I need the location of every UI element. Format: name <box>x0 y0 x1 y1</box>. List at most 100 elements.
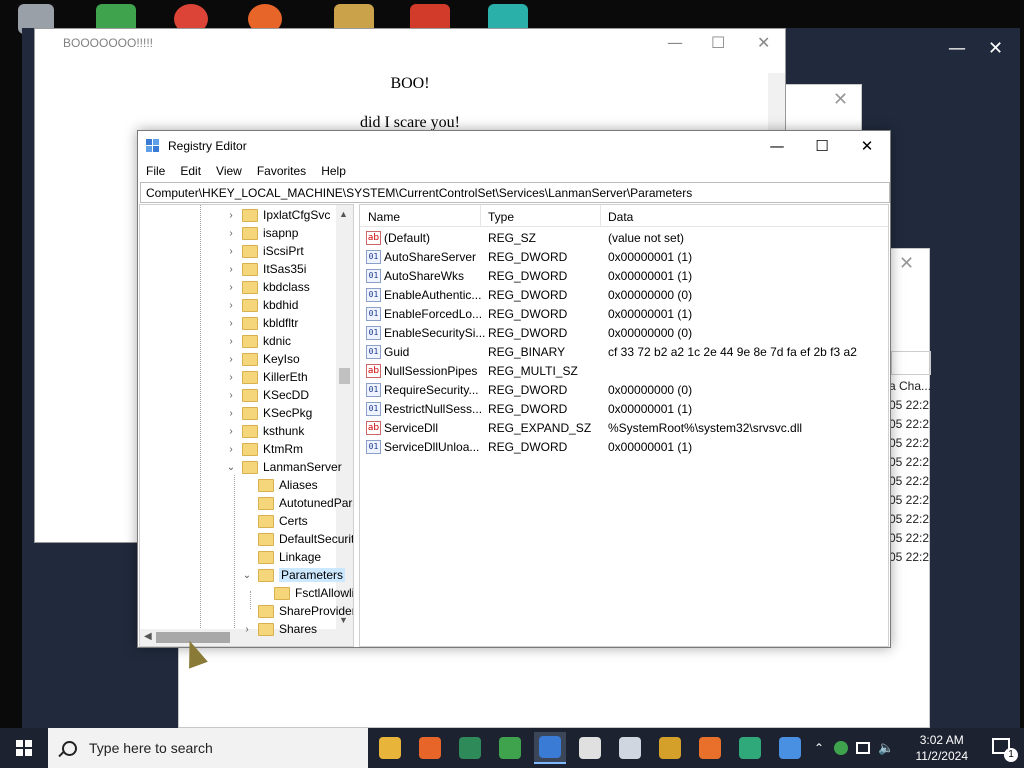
close-button[interactable]: ✕ <box>988 38 1003 59</box>
tree-item[interactable]: › kbldfltr <box>224 314 298 332</box>
tree-item[interactable]: › KtmRm <box>224 440 303 458</box>
menu-favorites[interactable]: Favorites <box>249 161 313 181</box>
chevron-right-icon[interactable]: › <box>224 408 238 419</box>
tree-item[interactable]: › kbdclass <box>224 278 309 296</box>
column-data[interactable]: Data <box>608 210 633 224</box>
tree-item[interactable]: Linkage <box>240 548 321 566</box>
value-row[interactable]: 01 Guid REG_BINARY cf 33 72 b2 a2 1c 2e 44 … <box>360 343 888 362</box>
tree-item[interactable]: Certs <box>240 512 308 530</box>
taskbar-vpn-button[interactable] <box>654 732 686 764</box>
taskbar-firefox-button[interactable] <box>414 732 446 764</box>
tree-item[interactable]: › isapnp <box>224 224 298 242</box>
chevron-up-icon[interactable]: ⌃ <box>814 741 824 755</box>
value-row[interactable]: 01 RestrictNullSess... REG_DWORD 0x00000001… <box>360 400 888 419</box>
chevron-right-icon[interactable]: › <box>224 390 238 401</box>
taskbar-registry-blocks-button[interactable] <box>774 732 806 764</box>
cell-text: 05 22:2 <box>889 455 930 469</box>
start-button[interactable] <box>0 728 48 768</box>
chevron-right-icon[interactable]: › <box>224 228 238 239</box>
scroll-left-icon[interactable]: ◀ <box>144 631 152 642</box>
maximize-button[interactable]: ☐ <box>799 131 845 161</box>
minimize-button[interactable]: — <box>754 131 800 161</box>
taskbar-7zip-button[interactable] <box>574 732 606 764</box>
tree-item[interactable]: › iScsiPrt <box>224 242 303 260</box>
network-icon[interactable] <box>856 742 871 754</box>
tree-item[interactable]: › kbdhid <box>224 296 298 314</box>
value-row[interactable]: 01 EnableForcedLo... REG_DWORD 0x00000001 (… <box>360 305 888 324</box>
close-button[interactable]: ✕ <box>844 131 890 161</box>
chevron-right-icon[interactable]: › <box>224 444 238 455</box>
chevron-right-icon[interactable]: › <box>224 264 238 275</box>
taskbar-rss-button[interactable] <box>694 732 726 764</box>
value-row[interactable]: ab NullSessionPipes REG_MULTI_SZ <box>360 362 888 381</box>
tree-item[interactable]: › KeyIso <box>224 350 299 368</box>
clock[interactable]: 3:02 AM 11/2/2024 <box>916 732 969 764</box>
maximize-button[interactable]: ☐ <box>711 33 725 52</box>
tree-item-label: KSecPkg <box>263 406 313 420</box>
value-row[interactable]: 01 ServiceDllUnloa... REG_DWORD 0x00000001 … <box>360 438 888 457</box>
scroll-up-icon[interactable]: ▲ <box>339 209 348 219</box>
value-row[interactable]: 01 AutoShareWks REG_DWORD 0x00000001 (1) <box>360 267 888 286</box>
volume-icon[interactable]: 🔈 <box>878 741 894 756</box>
tree-item[interactable]: › ItSas35i <box>224 260 306 278</box>
chevron-right-icon[interactable]: › <box>224 336 238 347</box>
tree-item[interactable]: ⌄ Parameters <box>240 566 346 584</box>
column-name[interactable]: Name <box>368 210 400 224</box>
tree-item[interactable]: › ksthunk <box>224 422 304 440</box>
value-row[interactable]: ab ServiceDll REG_EXPAND_SZ %SystemRoot%\sy… <box>360 419 888 438</box>
minimize-button[interactable]: — <box>948 38 966 59</box>
tree-item[interactable]: › Shares <box>240 620 317 638</box>
tree-item[interactable]: AutotunedParameters <box>240 494 353 512</box>
value-row[interactable]: 01 AutoShareServer REG_DWORD 0x00000001 (1) <box>360 248 888 267</box>
taskbar-app-green-button[interactable] <box>734 732 766 764</box>
close-button[interactable]: ✕ <box>899 253 914 274</box>
tree-item[interactable]: › kdnic <box>224 332 291 350</box>
chevron-right-icon[interactable]: › <box>224 210 238 221</box>
taskbar-file-explorer-button[interactable] <box>374 732 406 764</box>
chevron-right-icon[interactable]: › <box>240 624 254 635</box>
value-row[interactable]: 01 EnableSecuritySi... REG_DWORD 0x00000000… <box>360 324 888 343</box>
value-row[interactable]: 01 RequireSecurity... REG_DWORD 0x00000000 … <box>360 381 888 400</box>
menu-view[interactable]: View <box>208 161 249 181</box>
tree-item[interactable]: FsctlAllowlist <box>256 584 353 602</box>
chevron-right-icon[interactable]: › <box>224 282 238 293</box>
column-type[interactable]: Type <box>488 210 514 224</box>
binary-value-icon: 01 <box>366 288 381 302</box>
chevron-down-icon[interactable]: ⌄ <box>240 570 254 581</box>
menu-file[interactable]: File <box>138 161 172 181</box>
tree-item[interactable]: ⌄ LanmanServer <box>224 458 342 476</box>
tree-item[interactable]: › IpxlatCfgSvc <box>224 206 330 224</box>
tree-item[interactable]: › KillerEth <box>224 368 307 386</box>
value-row[interactable]: ab (Default) REG_SZ (value not set) <box>360 229 888 248</box>
chevron-right-icon[interactable]: › <box>224 318 238 329</box>
close-button[interactable]: ✕ <box>757 33 770 52</box>
binary-value-icon: 01 <box>366 326 381 340</box>
chevron-right-icon[interactable]: › <box>224 426 238 437</box>
taskbar-people-button[interactable] <box>494 732 526 764</box>
taskbar-app-window-button[interactable] <box>454 732 486 764</box>
tree-item[interactable]: ShareProviders <box>240 602 353 620</box>
close-button[interactable]: ✕ <box>833 89 848 110</box>
chevron-down-icon[interactable]: ⌄ <box>224 462 238 473</box>
tree-item[interactable]: › KSecPkg <box>224 404 312 422</box>
chevron-right-icon[interactable]: › <box>224 372 238 383</box>
tree-item[interactable]: › KSecDD <box>224 386 309 404</box>
menu-help[interactable]: Help <box>313 161 353 181</box>
tree-item-label: DefaultSecurity <box>279 532 354 546</box>
menu-edit[interactable]: Edit <box>172 161 208 181</box>
value-row[interactable]: 01 EnableAuthentic... REG_DWORD 0x00000000 … <box>360 286 888 305</box>
minimize-button[interactable]: — <box>667 33 683 52</box>
chevron-right-icon[interactable]: › <box>224 300 238 311</box>
folder-icon <box>242 280 258 294</box>
people-tray-icon[interactable] <box>834 741 849 755</box>
tree-item[interactable]: Aliases <box>240 476 318 494</box>
chevron-right-icon[interactable]: › <box>224 246 238 257</box>
taskbar-notepad-button[interactable] <box>614 732 646 764</box>
scroll-thumb[interactable] <box>339 368 350 384</box>
address-bar[interactable]: Computer\HKEY_LOCAL_MACHINE\SYSTEM\Curre… <box>140 182 890 203</box>
taskbar-regedit-button[interactable] <box>534 732 566 764</box>
search-box[interactable]: Type here to search <box>48 728 368 768</box>
regedit-titlebar[interactable]: Registry Editor — ☐ ✕ <box>138 131 890 161</box>
tree-item[interactable]: DefaultSecurity <box>240 530 354 548</box>
chevron-right-icon[interactable]: › <box>224 354 238 365</box>
